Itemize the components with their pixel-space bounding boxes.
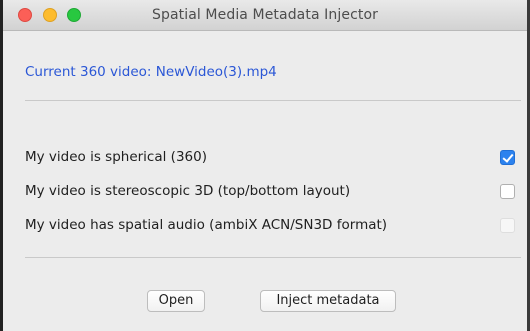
spherical-checkbox[interactable] — [500, 150, 515, 165]
window-title: Spatial Media Metadata Injector — [151, 7, 378, 23]
title-bar[interactable]: Spatial Media Metadata Injector — [3, 0, 527, 31]
open-button[interactable]: Open — [147, 290, 205, 312]
inject-metadata-button[interactable]: Inject metadata — [260, 290, 396, 312]
stereoscopic-checkbox[interactable] — [500, 184, 515, 199]
spherical-option-label: My video is spherical (360) — [25, 149, 207, 165]
app-window: Spatial Media Metadata Injector Current … — [0, 0, 530, 331]
divider-top — [25, 100, 521, 101]
stereoscopic-option-label: My video is stereoscopic 3D (top/bottom … — [25, 183, 351, 199]
spatial-audio-checkbox[interactable] — [500, 218, 515, 233]
checkmark-icon — [502, 151, 514, 163]
divider-bottom — [25, 257, 521, 258]
spatial-audio-option-label: My video has spatial audio (ambiX ACN/SN… — [25, 217, 388, 233]
current-video-label: Current 360 video: NewVideo(3).mp4 — [25, 64, 277, 80]
